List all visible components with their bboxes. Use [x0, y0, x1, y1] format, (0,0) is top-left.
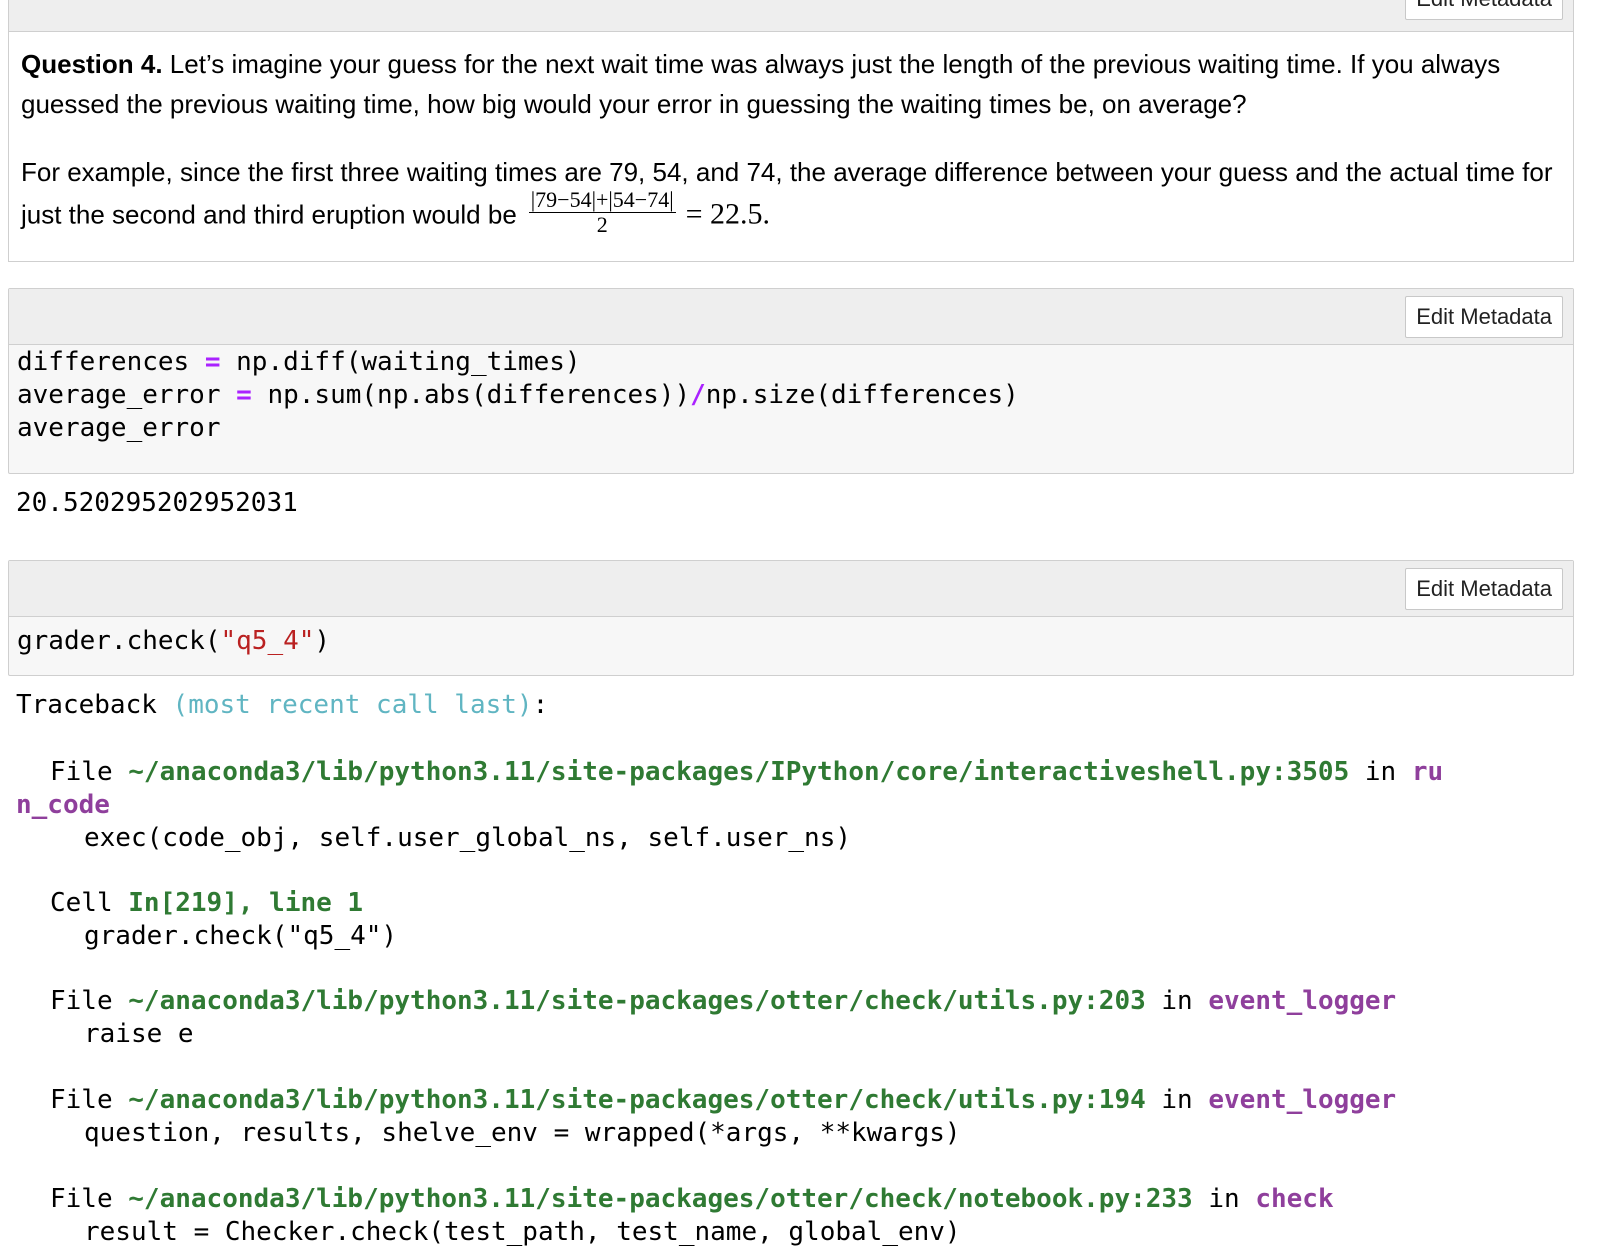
question-label: Question 4.: [21, 49, 163, 79]
code-cell-grader-check[interactable]: Edit Metadata grader.check("q5_4"): [8, 560, 1574, 676]
traceback-frame: File ~/anaconda3/lib/python3.11/site-pac…: [16, 757, 1444, 853]
cell-toolbar: Edit Metadata: [9, 0, 1573, 32]
traceback-frame: File ~/anaconda3/lib/python3.11/site-pac…: [50, 1184, 1334, 1247]
code-line: average_error = np.sum(np.abs(difference…: [17, 380, 1019, 410]
traceback-frame: File ~/anaconda3/lib/python3.11/site-pac…: [50, 986, 1397, 1049]
code-cell-average-error[interactable]: Edit Metadata differences = np.diff(wait…: [8, 288, 1574, 474]
question-paragraph: Question 4. Let’s imagine your guess for…: [21, 44, 1561, 124]
edit-metadata-button[interactable]: Edit Metadata: [1405, 296, 1563, 338]
traceback-frame: File ~/anaconda3/lib/python3.11/site-pac…: [50, 1085, 1397, 1148]
fraction-denominator: 2: [596, 212, 608, 237]
cell-output-value: 20.520295202952031: [16, 488, 298, 518]
math-fraction: |79−54|+|54−74| 2: [528, 187, 676, 237]
code-line: differences = np.diff(waiting_times): [17, 347, 581, 377]
edit-metadata-button[interactable]: Edit Metadata: [1405, 0, 1563, 20]
example-text: For example, since the first three waiti…: [21, 157, 1553, 230]
fraction-result: = 22.5.: [685, 197, 771, 231]
cell-toolbar: Edit Metadata: [9, 289, 1573, 345]
traceback-header: Traceback (most recent call last):: [16, 690, 549, 720]
traceback-frame: Cell In[219], line 1 grader.check("q5_4"): [50, 888, 398, 951]
example-paragraph: For example, since the first three waiti…: [21, 152, 1561, 241]
markdown-cell-question[interactable]: Edit Metadata Question 4. Let’s imagine …: [8, 0, 1574, 262]
question-text: Let’s imagine your guess for the next wa…: [21, 49, 1501, 119]
fraction-numerator: |79−54|+|54−74|: [528, 187, 676, 213]
code-line: average_error: [17, 413, 221, 443]
code-editor[interactable]: differences = np.diff(waiting_times) aver…: [17, 346, 1565, 445]
cell-toolbar: Edit Metadata: [9, 561, 1573, 617]
code-editor[interactable]: grader.check("q5_4"): [17, 625, 1565, 658]
edit-metadata-button[interactable]: Edit Metadata: [1405, 568, 1563, 610]
